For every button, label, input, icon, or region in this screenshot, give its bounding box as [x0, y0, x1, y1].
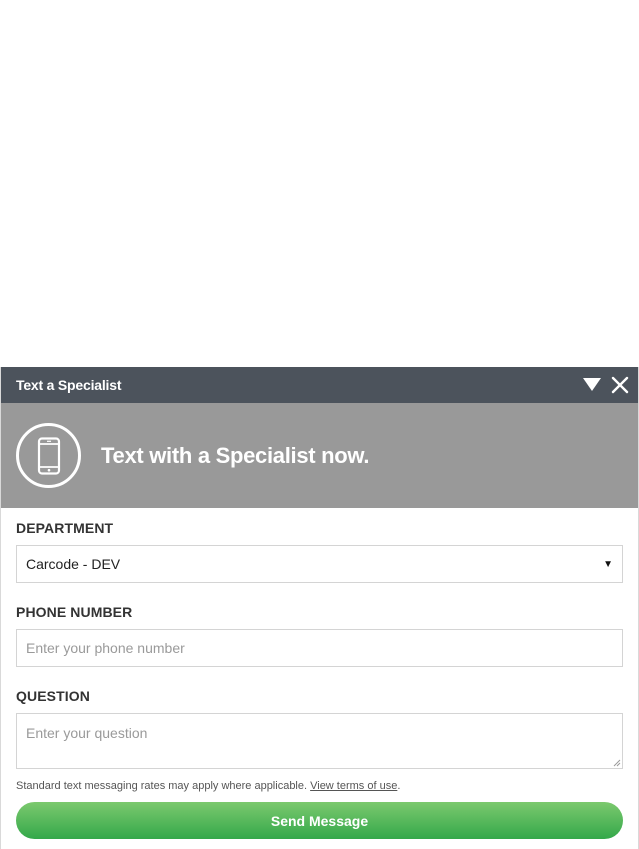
close-icon[interactable] [610, 375, 630, 395]
department-select[interactable]: Carcode - DEV ▼ [16, 545, 623, 583]
question-textarea[interactable]: Enter your question [16, 713, 623, 769]
widget-title: Text a Specialist [16, 377, 122, 393]
disclaimer-text: Standard text messaging rates may apply … [16, 780, 623, 792]
send-message-button[interactable]: Send Message [16, 802, 623, 839]
disclaimer-suffix: . [397, 780, 401, 792]
department-label: DEPARTMENT [16, 520, 114, 536]
phone-number-placeholder: Enter your phone number [26, 640, 185, 656]
widget-titlebar: Text a Specialist [1, 367, 638, 403]
question-label: QUESTION [16, 688, 90, 704]
phone-number-input[interactable]: Enter your phone number [16, 629, 623, 667]
department-selected-value: Carcode - DEV [26, 556, 121, 572]
text-specialist-widget: Text a Specialist Text with a Specialist… [0, 367, 639, 849]
mobile-phone-icon [16, 423, 81, 488]
message-form: DEPARTMENT Carcode - DEV ▼ PHONE NUMBER … [1, 519, 638, 839]
chevron-down-icon: ▼ [603, 558, 613, 570]
banner-headline: Text with a Specialist now. [101, 442, 370, 468]
disclaimer-body: Standard text messaging rates may apply … [16, 780, 311, 792]
terms-of-use-link[interactable]: View terms of use [310, 780, 397, 792]
window-controls [582, 375, 630, 395]
resize-handle-icon[interactable] [613, 759, 621, 767]
phone-number-label: PHONE NUMBER [16, 604, 133, 620]
question-placeholder: Enter your question [26, 725, 148, 741]
specialist-banner: Text with a Specialist now. [1, 403, 638, 508]
minimize-icon[interactable] [582, 375, 602, 395]
send-message-label: Send Message [270, 812, 369, 829]
